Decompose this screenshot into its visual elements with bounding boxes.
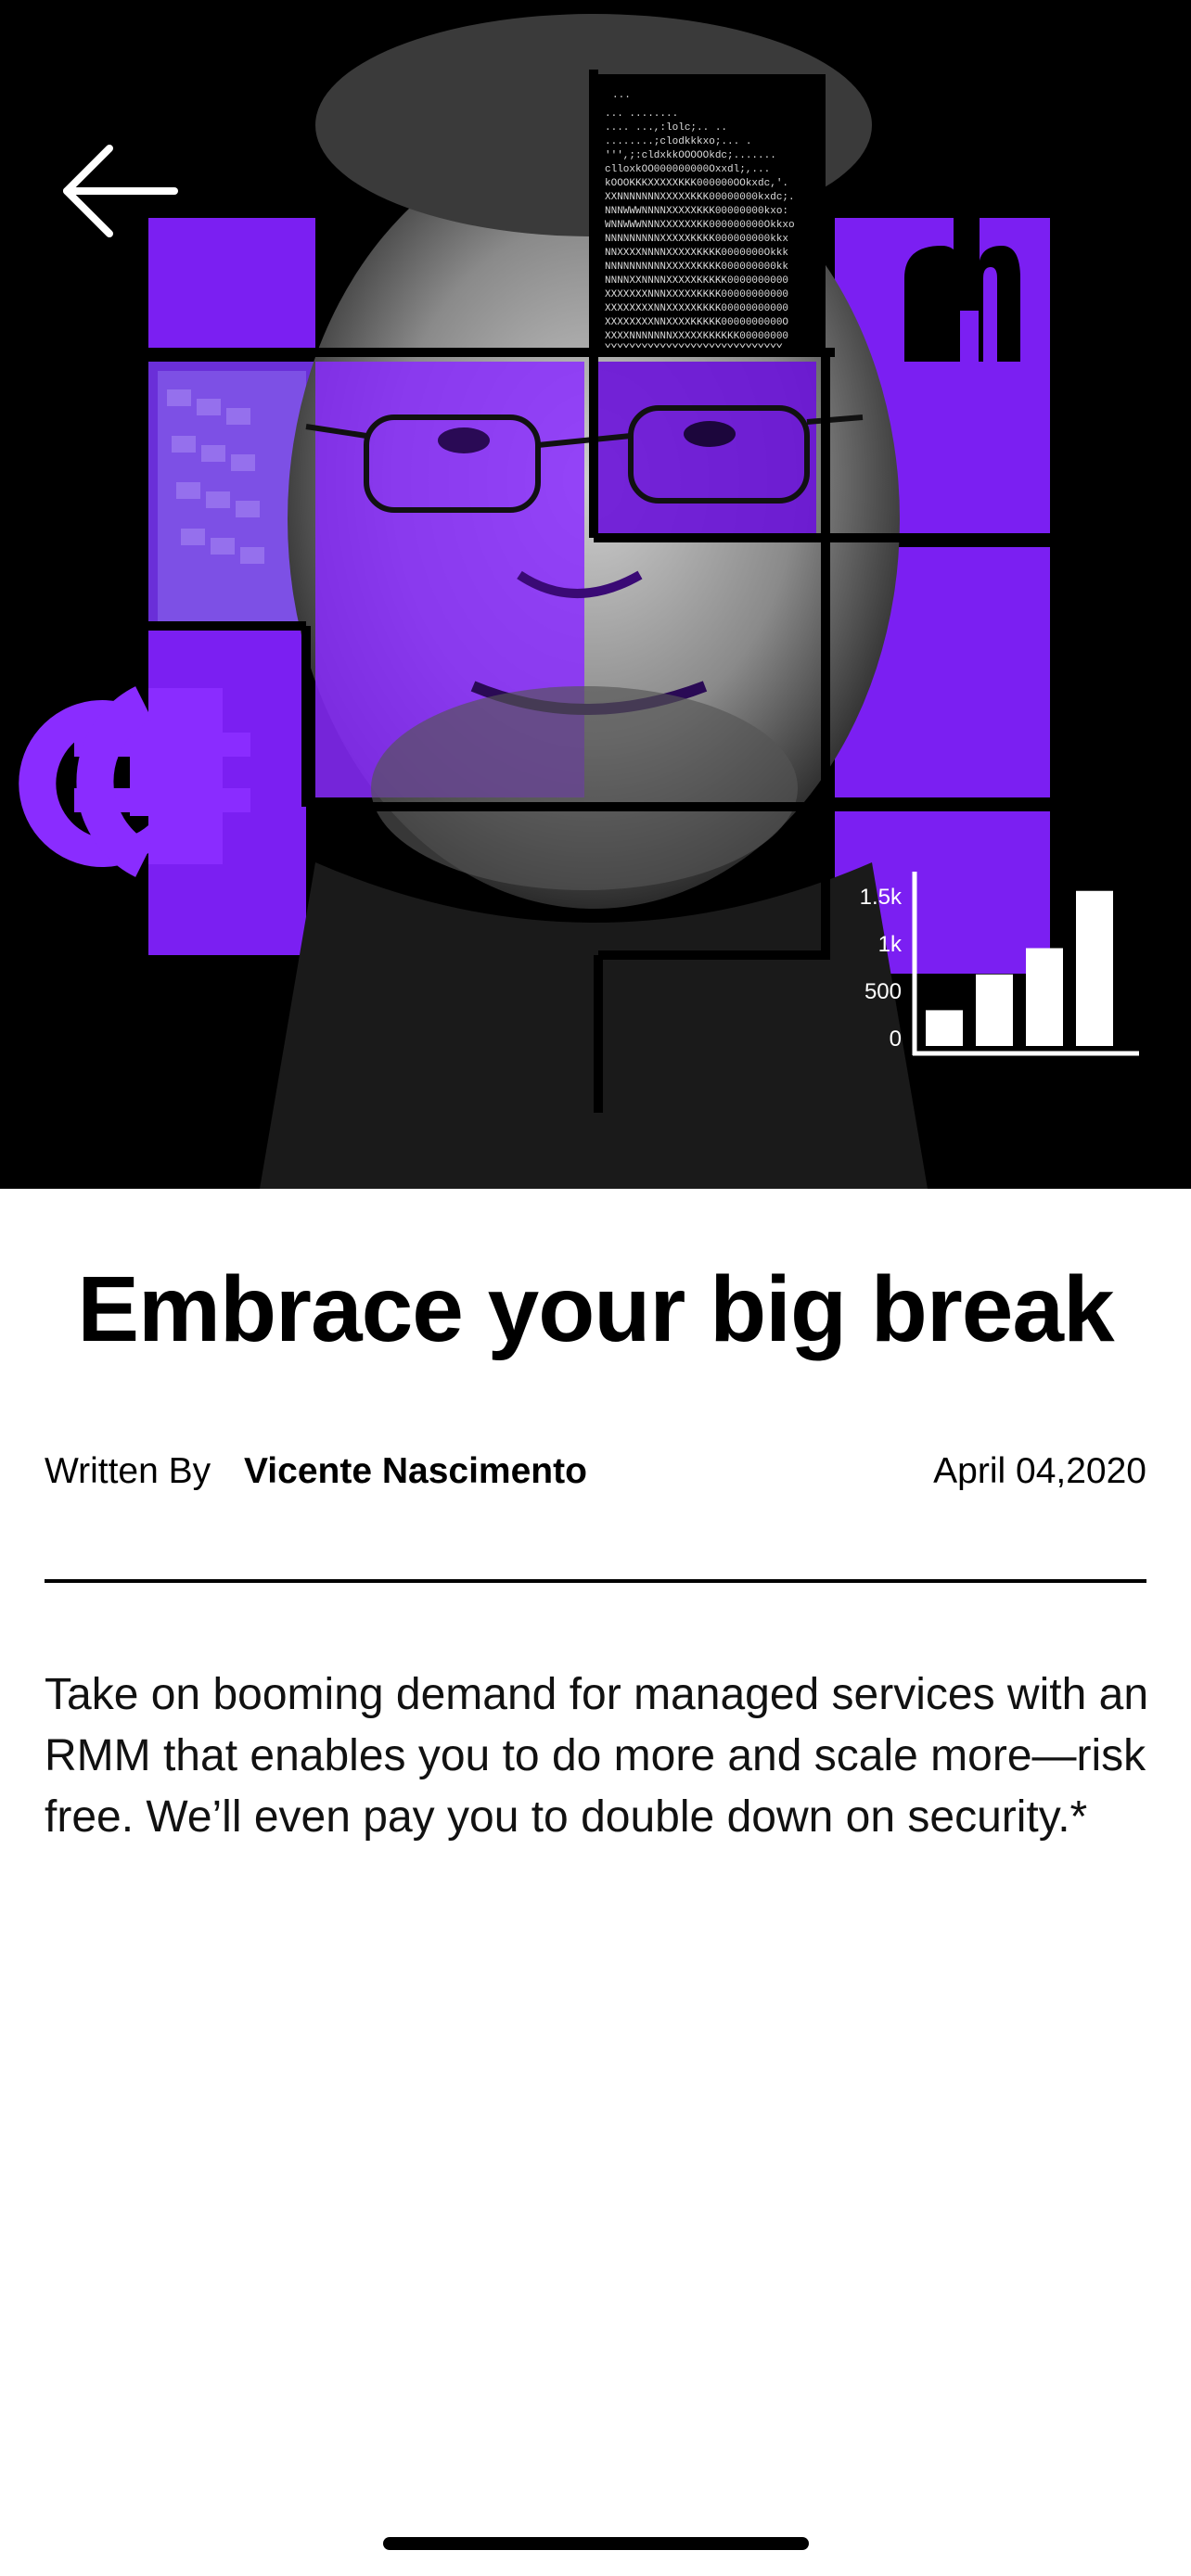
byline: Written By Vicente Nascimento April 04,2… [45,1451,1146,1498]
svg-text:NNXXXXNNNNXXXXXKKKK0000000Okkk: NNXXXXNNNNXXXXXKKKK0000000Okkk [605,248,788,259]
chart-bar [1026,948,1063,1046]
chart-bar [976,974,1013,1046]
author-name[interactable]: Vicente Nascimento [244,1451,587,1492]
publish-date: April 04,2020 [933,1451,1146,1491]
home-indicator[interactable] [383,2537,809,2550]
back-button[interactable] [56,139,186,250]
svg-text:kOOOKKKXXXXXKKK000000OOkxdc,'.: kOOOKKKXXXXXKKK000000OOkxdc,'. [605,178,788,189]
svg-text:NNNNNNNNNXXXXXKKKK000000000kkx: NNNNNNNNNXXXXXKKKK000000000kkx [605,234,788,245]
svg-text:XXXXXXXNNNXXXXXKKKK00000000000: XXXXXXXNNNXXXXXKKKK00000000000 [605,289,788,300]
hero-image: ... ... ........ .... ...,:lolc;.. .. ..… [0,0,1191,1189]
svg-text:XXXXXXXXNNXXXXXKKKK00000000000: XXXXXXXXNNXXXXXKKKK00000000000 [605,303,788,314]
chart-tick-label: 0 [890,1027,902,1052]
svg-text:...: ... [612,90,631,101]
chart-bar [926,1010,963,1046]
svg-text:WNNWWWNNNXXXXXXKK000000000Okkx: WNNWWWNNNXXXXXXKK000000000Okkxo [605,220,795,231]
ascii-art: ... ... ........ .... ...,:lolc;.. .. ..… [594,74,826,354]
chart-tick-label: 1k [878,932,903,957]
byline-prefix: Written By [45,1451,211,1491]
svg-text:''',;:cldxkkOOOOOkdc;.......: ''',;:cldxkkOOOOOkdc;....... [605,150,776,161]
svg-text:.... ...,:lolc;.. ..: .... ...,:lolc;.. .. [605,122,727,134]
divider [45,1579,1146,1583]
svg-text:NNNWWWNNNNXXXXXKKK00000000kxo:: NNNWWWNNNNXXXXXKKK00000000kxo: [605,206,788,217]
svg-text:NNNNXXNNNNXXXXXKKKKK0000000000: NNNNXXNNNNXXXXXKKKKK0000000000 [605,275,788,287]
svg-text:clloxkOO000000000Oxxdl;,...: clloxkOO000000000Oxxdl;,... [605,164,770,175]
back-arrow-icon [63,145,178,237]
svg-text:XXXXXXXXNNXXXXKKKKK0000000000O: XXXXXXXXNNXXXXKKKKK0000000000O [605,317,788,328]
article-body: Take on booming demand for managed servi… [45,1670,1149,1842]
article-title: Embrace your big break [77,1257,1114,1361]
chart-tick-label: 1.5k [860,885,903,910]
chart-bar [1076,890,1113,1046]
keyboard-texture [158,371,306,621]
svg-text:... ........: ... ........ [605,108,678,120]
svg-text:XXNNNNNNNXXXXXKKK00000000kxdc;: XXNNNNNNNXXXXXKKK00000000kxdc;. [605,192,795,203]
chart-tick-label: 500 [864,979,902,1004]
svg-text:NNNNNNNNNNXXXXXKKKK000000000kk: NNNNNNNNNNXXXXXKKKK000000000kk [605,261,788,273]
svg-text:XXXXNNNNNNNXXXXXKKKKKK00000000: XXXXNNNNNNNXXXXXKKKKKK00000000 [605,331,788,342]
svg-text:........;clodkkkxo;... .: ........;clodkkkxo;... . [605,136,751,147]
